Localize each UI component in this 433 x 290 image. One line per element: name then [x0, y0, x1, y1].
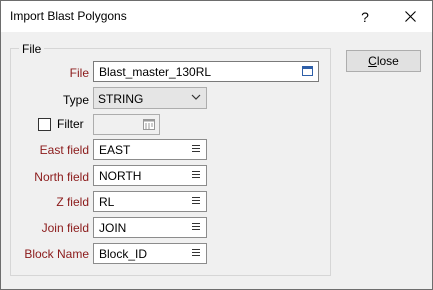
block-name-input[interactable]: Block_ID — [93, 243, 207, 264]
dialog-title: Import Blast Polygons — [10, 9, 127, 23]
east-field-input[interactable]: EAST — [93, 139, 207, 160]
east-field-value: EAST — [99, 143, 131, 157]
type-value: STRING — [98, 92, 144, 106]
z-field-input[interactable]: RL — [93, 191, 207, 212]
file-browse-icon[interactable] — [302, 66, 313, 76]
filter-checkbox[interactable] — [38, 118, 51, 131]
join-field-value: JOIN — [99, 221, 127, 235]
join-field-label: Join field — [41, 221, 89, 235]
type-label: Type — [62, 93, 89, 107]
north-field-input[interactable]: NORTH — [93, 165, 207, 186]
filter-input[interactable] — [93, 114, 160, 135]
close-button-label: lose — [376, 54, 399, 68]
title-bar: Import Blast Polygons ? — [1, 1, 432, 32]
close-icon — [404, 11, 416, 22]
block-name-value: Block_ID — [99, 247, 148, 261]
file-group-legend: File — [19, 42, 45, 56]
file-label: File — [69, 66, 89, 80]
block-name-label: Block Name — [24, 247, 89, 261]
filter-label: Filter — [57, 117, 84, 131]
close-button[interactable]: Close — [346, 50, 421, 72]
window-close-button[interactable] — [388, 1, 432, 32]
file-value: Blast_master_130RL — [99, 65, 212, 79]
field-list-icon[interactable] — [192, 223, 200, 232]
north-field-value: NORTH — [99, 169, 142, 183]
filter-browse-icon[interactable] — [143, 119, 155, 130]
field-list-icon[interactable] — [192, 171, 200, 180]
type-select[interactable]: STRING — [93, 87, 207, 109]
help-icon: ? — [361, 8, 369, 25]
file-input[interactable]: Blast_master_130RL — [93, 61, 319, 82]
north-field-label: North field — [34, 170, 89, 184]
z-field-label: Z field — [56, 195, 89, 209]
east-field-label: East field — [39, 143, 89, 157]
field-list-icon[interactable] — [192, 197, 200, 206]
field-list-icon[interactable] — [192, 145, 200, 154]
help-button[interactable]: ? — [343, 1, 387, 32]
close-button-mnemonic: C — [368, 54, 377, 68]
z-field-value: RL — [99, 195, 115, 209]
field-list-icon[interactable] — [192, 249, 200, 258]
chevron-down-icon — [191, 94, 201, 100]
join-field-input[interactable]: JOIN — [93, 217, 207, 238]
file-groupbox — [10, 48, 331, 276]
